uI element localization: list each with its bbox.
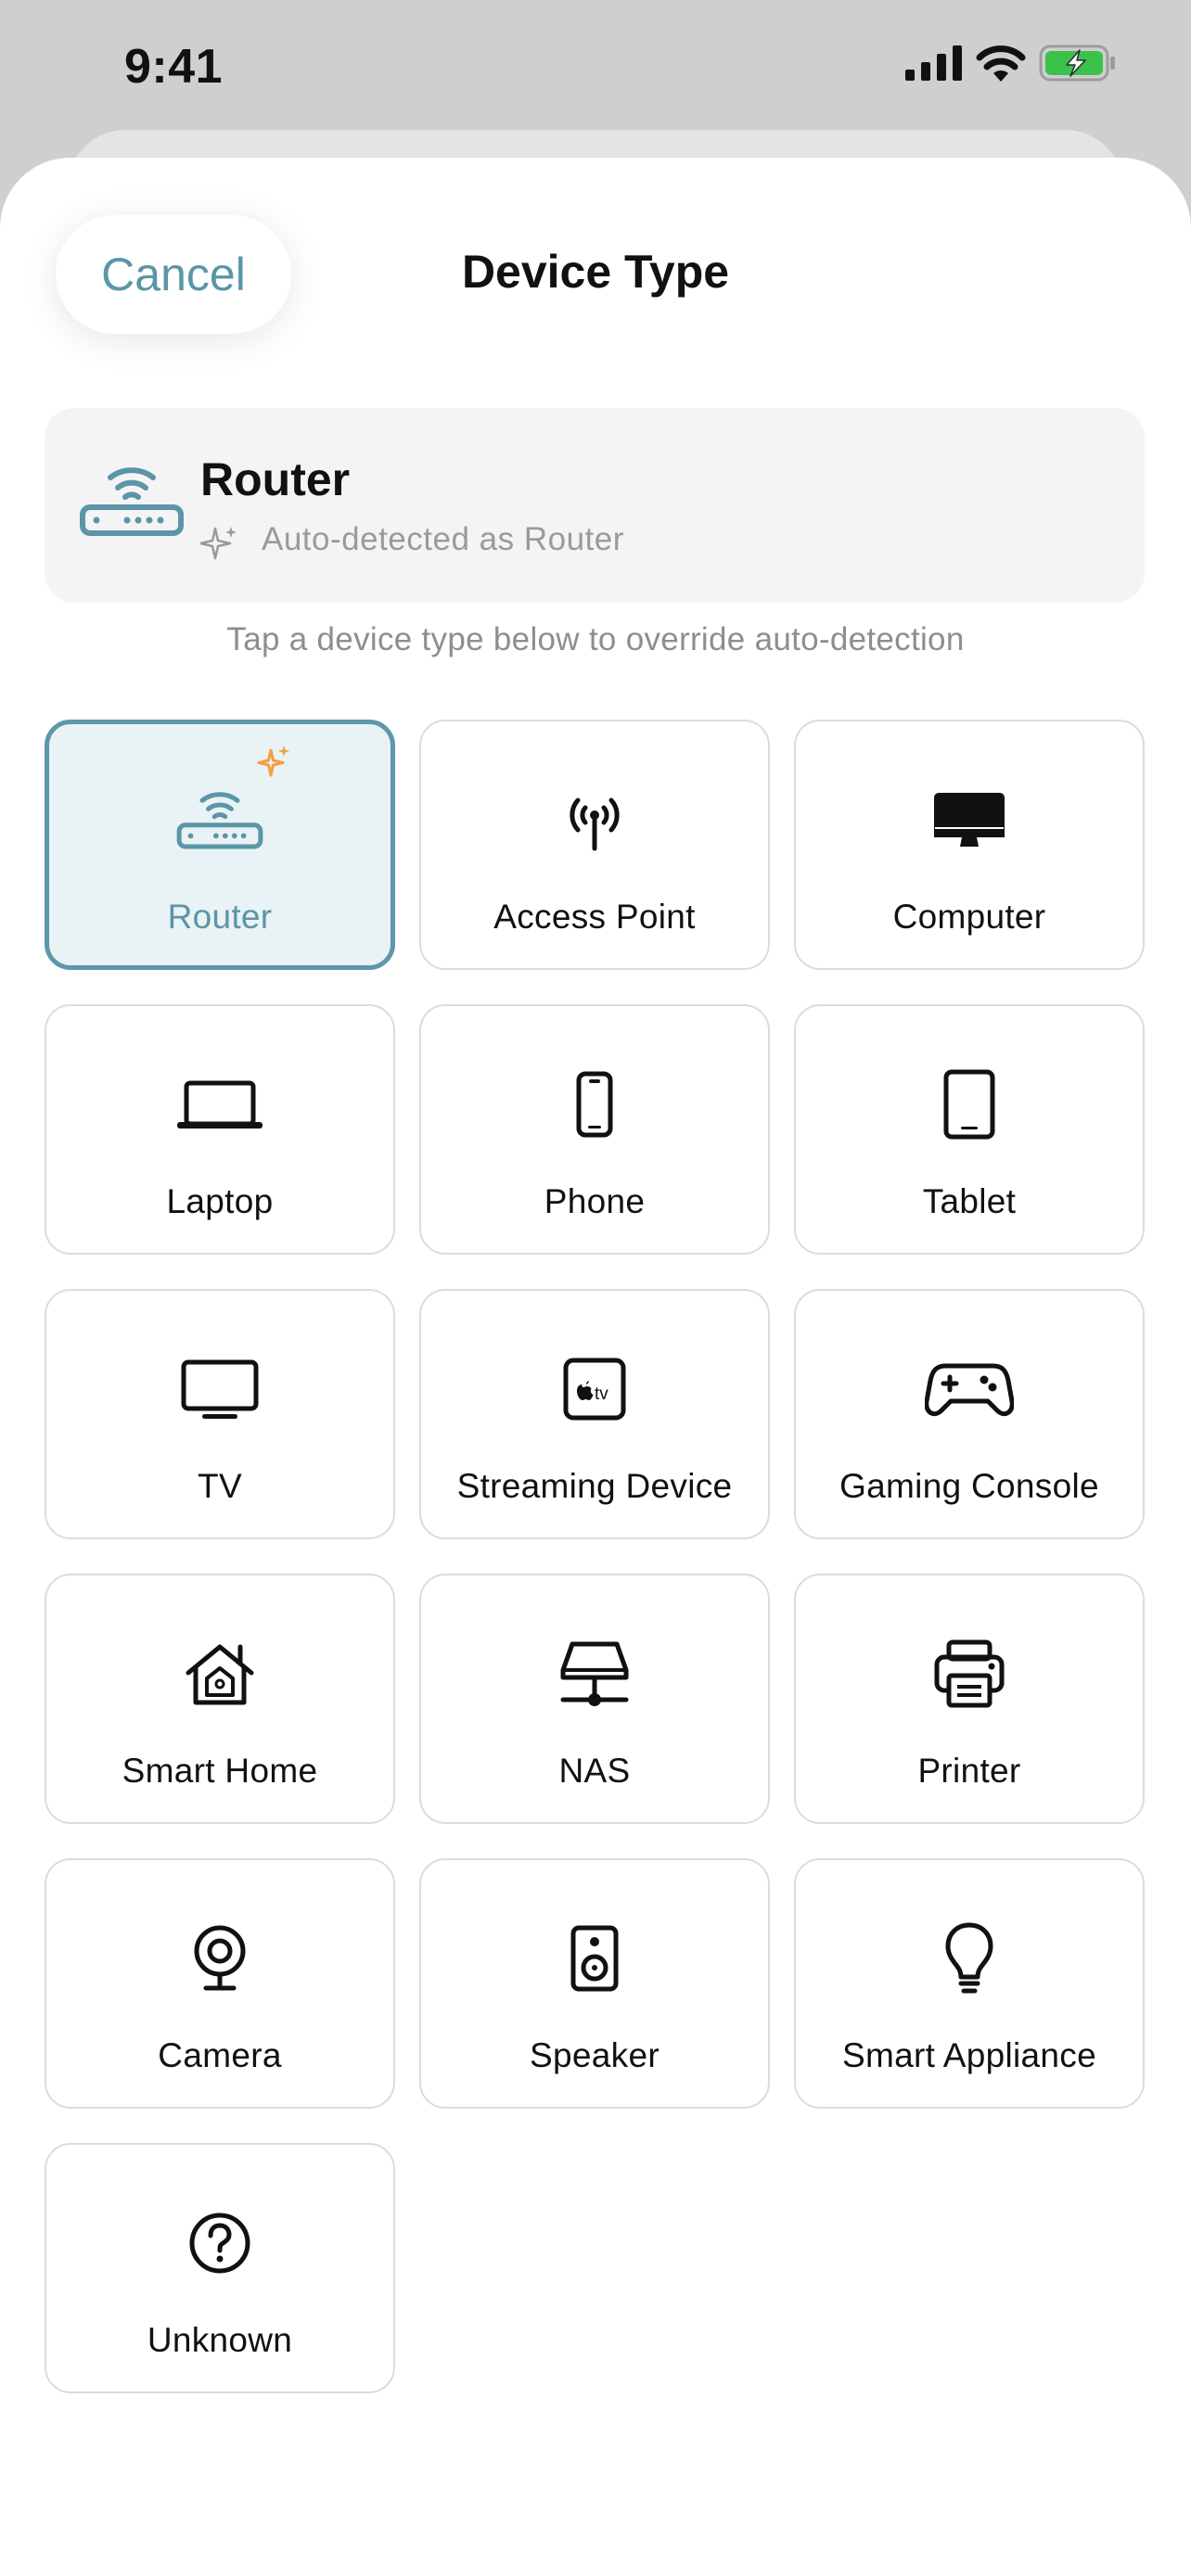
- device-tile-label: Laptop: [166, 1182, 274, 1220]
- device-type-sheet: Cancel Device Type Router Auto-detected …: [0, 158, 1191, 2576]
- device-tile-label: Computer: [892, 898, 1046, 936]
- question-mark-icon: [46, 2202, 393, 2284]
- device-tile-laptop[interactable]: Laptop: [45, 1004, 395, 1255]
- device-type-grid: Router Access Point Computer Laptop Phon…: [45, 720, 1145, 2393]
- tv-icon: [46, 1348, 393, 1430]
- svg-text:tv: tv: [595, 1384, 608, 1404]
- device-tile-label: Speaker: [530, 2036, 660, 2074]
- device-tile-label: Camera: [158, 2036, 282, 2074]
- router-icon: [78, 462, 186, 544]
- battery-charging-icon: [1039, 45, 1115, 82]
- lightbulb-icon: [796, 1918, 1143, 1999]
- device-tile-nas[interactable]: NAS: [419, 1574, 770, 1824]
- device-tile-printer[interactable]: Printer: [794, 1574, 1145, 1824]
- device-tile-speaker[interactable]: Speaker: [419, 1858, 770, 2109]
- router-icon: [49, 779, 391, 861]
- device-tile-label: Smart Appliance: [842, 2036, 1096, 2074]
- device-tile-label: Unknown: [147, 2321, 293, 2359]
- detected-device-subtitle: Auto-detected as Router: [262, 521, 624, 557]
- status-time: 9:41: [124, 40, 224, 94]
- tablet-icon: [796, 1064, 1143, 1145]
- device-tile-label: Printer: [917, 1752, 1021, 1790]
- device-tile-tv[interactable]: TV: [45, 1289, 395, 1539]
- device-tile-label: NAS: [558, 1752, 631, 1790]
- desktop-computer-icon: [796, 779, 1143, 861]
- device-tile-label: Router: [167, 898, 273, 936]
- device-tile-label: Access Point: [493, 898, 696, 936]
- smart-home-icon: [46, 1633, 393, 1715]
- gamepad-icon: [796, 1348, 1143, 1430]
- device-tile-label: Gaming Console: [839, 1467, 1099, 1505]
- device-tile-label: Streaming Device: [456, 1467, 733, 1505]
- device-tile-router[interactable]: Router: [45, 720, 395, 970]
- device-tile-smart-appliance[interactable]: Smart Appliance: [794, 1858, 1145, 2109]
- device-tile-phone[interactable]: Phone: [419, 1004, 770, 1255]
- device-tile-access-point[interactable]: Access Point: [419, 720, 770, 970]
- phone-icon: [421, 1064, 768, 1145]
- sparkle-icon: [198, 525, 237, 567]
- device-tile-camera[interactable]: Camera: [45, 1858, 395, 2109]
- device-tile-gaming-console[interactable]: Gaming Console: [794, 1289, 1145, 1539]
- status-bar: 9:41: [0, 0, 1191, 130]
- cellular-signal-icon: [905, 45, 962, 81]
- device-tile-label: Smart Home: [122, 1752, 318, 1790]
- laptop-icon: [46, 1064, 393, 1145]
- status-icons: [905, 45, 1117, 82]
- device-tile-unknown[interactable]: Unknown: [45, 2143, 395, 2393]
- device-tile-label: Tablet: [922, 1182, 1017, 1220]
- auto-detected-card: Router Auto-detected as Router: [45, 408, 1145, 603]
- printer-icon: [796, 1633, 1143, 1715]
- device-tile-tablet[interactable]: Tablet: [794, 1004, 1145, 1255]
- device-tile-smart-home[interactable]: Smart Home: [45, 1574, 395, 1824]
- nas-drive-icon: [421, 1633, 768, 1715]
- device-tile-label: Phone: [544, 1182, 646, 1220]
- speaker-icon: [421, 1918, 768, 1999]
- detected-device-name: Router: [200, 453, 351, 505]
- device-tile-streaming-device[interactable]: tv Streaming Device: [419, 1289, 770, 1539]
- access-point-icon: [421, 779, 768, 861]
- apple-tv-icon: tv: [421, 1348, 768, 1430]
- wifi-icon: [976, 45, 1026, 82]
- page-title: Device Type: [461, 246, 730, 298]
- device-tile-label: TV: [198, 1467, 242, 1505]
- webcam-icon: [46, 1918, 393, 1999]
- device-tile-computer[interactable]: Computer: [794, 720, 1145, 970]
- sparkle-icon: [257, 745, 290, 783]
- override-hint: Tap a device type below to override auto…: [226, 621, 965, 657]
